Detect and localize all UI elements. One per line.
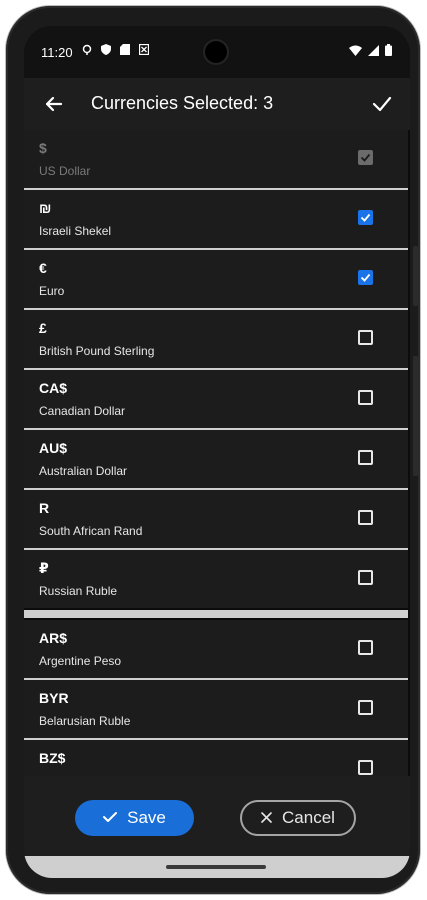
currency-checkbox[interactable] (358, 700, 373, 715)
currency-checkbox[interactable] (358, 450, 373, 465)
currency-symbol: BYR (39, 690, 69, 706)
currency-row-eur[interactable]: € Euro (24, 250, 408, 310)
currency-row-ils[interactable]: ₪ Israeli Shekel (24, 190, 408, 250)
currency-checkbox[interactable] (358, 510, 373, 525)
app-toolbar: Currencies Selected: 3 (24, 78, 410, 130)
currency-checkbox[interactable] (358, 390, 373, 405)
currency-checkbox[interactable] (358, 760, 373, 775)
currency-name: Australian Dollar (39, 464, 128, 478)
currency-symbol: $ (39, 140, 47, 156)
currency-checkbox[interactable] (358, 330, 373, 345)
currency-name: Belarusian Ruble (39, 714, 131, 728)
action-bar: Save Cancel (24, 776, 410, 856)
currency-checkbox[interactable] (358, 570, 373, 585)
save-label: Save (127, 808, 166, 827)
currency-name: Argentine Peso (39, 654, 122, 668)
notification-icons (82, 43, 150, 56)
currency-checkbox[interactable] (358, 270, 373, 285)
gesture-nav-bar (24, 856, 410, 878)
home-handle[interactable] (166, 865, 266, 869)
currency-row-zar[interactable]: R South African Rand (24, 490, 408, 550)
toolbar-title: Currencies Selected: 3 (91, 93, 274, 113)
currency-name: Israeli Shekel (39, 224, 112, 238)
currency-list: $ US Dollar ₪ Israeli Shekel € Euro £ Br… (24, 130, 410, 776)
currency-row-usd[interactable]: $ US Dollar (24, 130, 408, 190)
currency-symbol: AR$ (39, 630, 68, 646)
currency-row-gbp[interactable]: £ British Pound Sterling (24, 310, 408, 370)
currency-checkbox[interactable] (358, 150, 373, 165)
currency-checkbox[interactable] (358, 210, 373, 225)
battery-icon (385, 43, 392, 61)
status-time: 11:20 (41, 45, 73, 60)
currency-name: Canadian Dollar (39, 404, 126, 418)
volume-button (413, 246, 418, 306)
power-button (413, 356, 418, 476)
currency-symbol: R (39, 500, 50, 516)
status-bar: 11:20 (24, 26, 410, 78)
cancel-button[interactable]: Cancel (240, 800, 356, 836)
section-divider (24, 610, 408, 618)
currency-checkbox[interactable] (358, 640, 373, 655)
currency-name: South African Rand (39, 524, 143, 538)
wifi-icon (349, 43, 362, 61)
currency-row-cad[interactable]: CA$ Canadian Dollar (24, 370, 408, 430)
currency-row-bzd[interactable]: BZ$ (24, 740, 408, 776)
currency-name: Euro (39, 284, 65, 298)
shield-icon (101, 44, 111, 55)
confirm-check-icon[interactable] (368, 90, 396, 118)
sim-card-icon (120, 44, 130, 55)
screen: 11:20 Currencies Selected: 3 $ US Dollar… (24, 26, 410, 878)
front-camera (205, 41, 227, 63)
system-icons (349, 43, 392, 61)
close-icon (261, 808, 272, 828)
cancel-label: Cancel (282, 808, 335, 827)
currency-symbol: CA$ (39, 380, 68, 396)
signal-icon (368, 43, 379, 61)
currency-symbol: ₪ (39, 200, 52, 216)
currency-symbol: € (39, 260, 47, 276)
app-notification-icon (138, 43, 150, 56)
currency-symbol: £ (39, 320, 47, 336)
currency-symbol: AU$ (39, 440, 68, 456)
save-button[interactable]: Save (75, 800, 194, 836)
currency-symbol: ₽ (39, 560, 49, 576)
currency-name: US Dollar (39, 164, 91, 178)
currency-symbol: BZ$ (39, 750, 66, 766)
currency-row-aud[interactable]: AU$ Australian Dollar (24, 430, 408, 490)
currency-row-ars[interactable]: AR$ Argentine Peso (24, 620, 408, 680)
currency-row-byr[interactable]: BYR Belarusian Ruble (24, 680, 408, 740)
phone-frame: 11:20 Currencies Selected: 3 $ US Dollar… (6, 6, 420, 894)
location-icon (82, 44, 92, 55)
back-arrow-icon[interactable] (40, 90, 68, 118)
currency-name: British Pound Sterling (39, 344, 155, 358)
currency-row-rub[interactable]: ₽ Russian Ruble (24, 550, 408, 608)
currency-name: Russian Ruble (39, 584, 118, 598)
check-icon (103, 808, 118, 828)
